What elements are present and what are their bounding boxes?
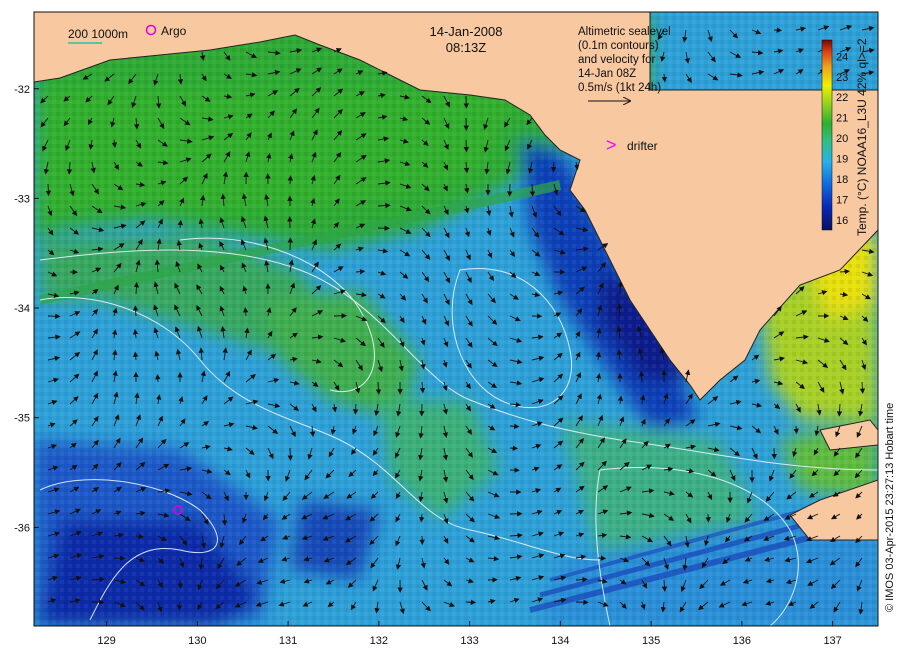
velocity-arrow: [463, 139, 470, 153]
scale-label: 200 1000m: [68, 27, 128, 41]
x-tick-label: 132: [370, 635, 388, 647]
x-tick-label: 131: [279, 635, 297, 647]
sst-map: -32 -33 -34 -35 -36 129 130 131 132 133 134 135 136…: [14, 11, 896, 647]
copyright-label: © IMOS 03-Apr-2015 23:27:13 Hobart time: [884, 403, 896, 612]
plot-area: [34, 12, 878, 626]
colorbar-title: Temp. (°C) NOAA16_L3U 42% ql>=2: [855, 38, 869, 236]
velocity-arrow: [287, 175, 293, 185]
info-line-0: Altimetric sealevel: [578, 26, 671, 38]
x-tick-label: 133: [460, 635, 478, 647]
velocity-arrow: [287, 447, 294, 461]
colorbar-tick-label: 19: [836, 153, 848, 165]
argo-label: Argo: [161, 24, 187, 38]
velocity-arrow: [45, 183, 52, 197]
colorbar-ticks: 16 17 18 19 20 21 22 23 24: [836, 51, 848, 226]
x-tick-label: 136: [733, 635, 751, 647]
y-tick-label: -35: [14, 413, 30, 425]
info-line-4: 0.5m/s (1kt 24h): [578, 82, 661, 94]
time-label: 08:13Z: [446, 40, 487, 55]
drifter-label: drifter: [627, 139, 658, 153]
y-tick-label: -33: [14, 193, 30, 205]
date-label: 14-Jan-2008: [430, 24, 503, 39]
x-tick-label: 129: [97, 635, 115, 647]
velocity-arrow: [550, 161, 557, 173]
x-tick-label: 130: [188, 635, 206, 647]
x-tick-label: 134: [551, 635, 569, 647]
info-line-3: 14-Jan 08Z: [578, 68, 636, 80]
colorbar-tick-label: 24: [836, 51, 848, 63]
colorbar-tick-label: 22: [836, 92, 848, 104]
velocity-arrow: [352, 403, 359, 415]
colorbar-tick-label: 18: [836, 174, 848, 186]
x-tick-label: 137: [823, 635, 841, 647]
velocity-arrow: [705, 513, 711, 523]
velocity-arrow: [617, 281, 624, 295]
colorbar-tick-label: 17: [836, 194, 848, 206]
velocity-arrow: [465, 599, 477, 605]
y-axis-ticks: -32 -33 -34 -35 -36: [14, 84, 30, 535]
info-line-1: (0.1m contours): [578, 40, 659, 52]
x-axis-ticks: 129 130 131 132 133 134 135 136 137: [97, 635, 841, 647]
y-tick-label: -36: [14, 522, 30, 534]
colorbar-tick-label: 20: [836, 133, 848, 145]
velocity-arrow: [793, 425, 799, 435]
colorbar-gradient: [821, 39, 833, 231]
info-line-2: and velocity for: [578, 54, 656, 66]
velocity-arrow: [155, 373, 161, 383]
y-tick-label: -32: [14, 84, 30, 96]
colorbar-tick-label: 23: [836, 72, 848, 84]
drifter-icon: >: [606, 135, 617, 155]
x-tick-label: 135: [642, 635, 660, 647]
colorbar-tick-label: 16: [836, 215, 848, 227]
y-tick-label: -34: [14, 303, 30, 315]
colorbar-tick-label: 21: [836, 113, 848, 125]
